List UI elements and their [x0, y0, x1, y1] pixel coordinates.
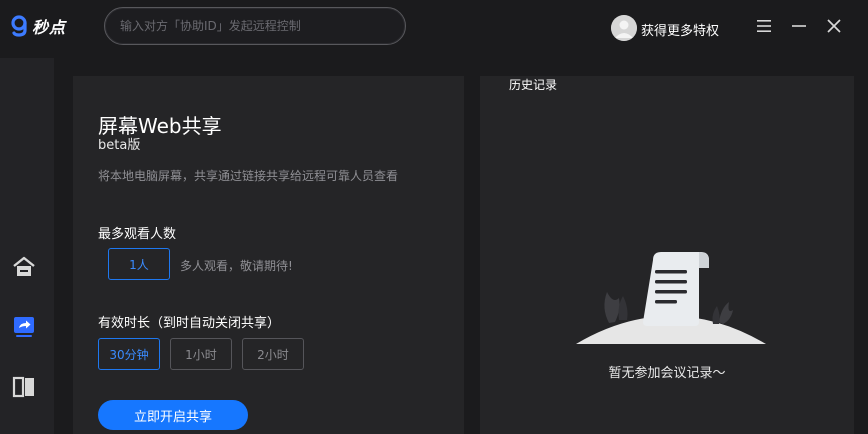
- duration-option-2h[interactable]: 2小时: [242, 338, 304, 370]
- sidebar-item-book[interactable]: [11, 375, 37, 399]
- user-avatar-icon: [611, 15, 637, 41]
- menu-button[interactable]: [753, 15, 775, 37]
- viewers-option-1[interactable]: 1人: [108, 248, 170, 280]
- close-button[interactable]: [823, 15, 845, 37]
- share-screen-icon: [14, 317, 34, 337]
- empty-history-text: 暂无参加会议记录～: [608, 366, 726, 381]
- remote-id-input[interactable]: [120, 8, 390, 44]
- home-icon: [13, 256, 35, 276]
- web-share-panel: 屏幕Web共享 beta版 将本地电脑屏幕，共享通过链接共享给远程可靠人员查看 …: [73, 76, 464, 434]
- sidebar: [0, 58, 54, 434]
- duration-option-1h[interactable]: 1小时: [170, 338, 232, 370]
- duration-option-30min[interactable]: 30分钟: [98, 338, 160, 370]
- duration-label: 有效时长（到时自动关闭共享）: [98, 316, 281, 331]
- title-bar: 秒点 获得更多特权: [0, 0, 868, 58]
- minimize-button[interactable]: [788, 15, 810, 37]
- beta-label: beta版: [98, 138, 141, 153]
- close-icon: [827, 19, 841, 33]
- sidebar-item-home[interactable]: [11, 255, 37, 279]
- viewers-hint: 多人观看，敬请期待!: [180, 259, 293, 273]
- history-panel: 历史记录 暂无参加会议记录～: [480, 76, 854, 434]
- minimize-icon: [792, 25, 806, 27]
- share-description: 将本地电脑屏幕，共享通过链接共享给远程可靠人员查看: [98, 169, 399, 183]
- search-box[interactable]: [104, 7, 406, 45]
- sidebar-item-web-share[interactable]: [11, 315, 37, 339]
- avatar[interactable]: [611, 15, 637, 41]
- viewers-label: 最多观看人数: [98, 227, 177, 242]
- logo-icon: [11, 15, 27, 37]
- empty-document-icon: [576, 252, 766, 344]
- history-title: 历史记录: [509, 78, 558, 92]
- menu-icon: [757, 20, 771, 32]
- privilege-link[interactable]: 获得更多特权: [641, 20, 719, 39]
- app-logo: 秒点: [10, 13, 74, 39]
- logo-text: 秒点: [32, 18, 67, 37]
- book-icon: [12, 376, 34, 398]
- start-share-button[interactable]: 立即开启共享: [98, 400, 248, 430]
